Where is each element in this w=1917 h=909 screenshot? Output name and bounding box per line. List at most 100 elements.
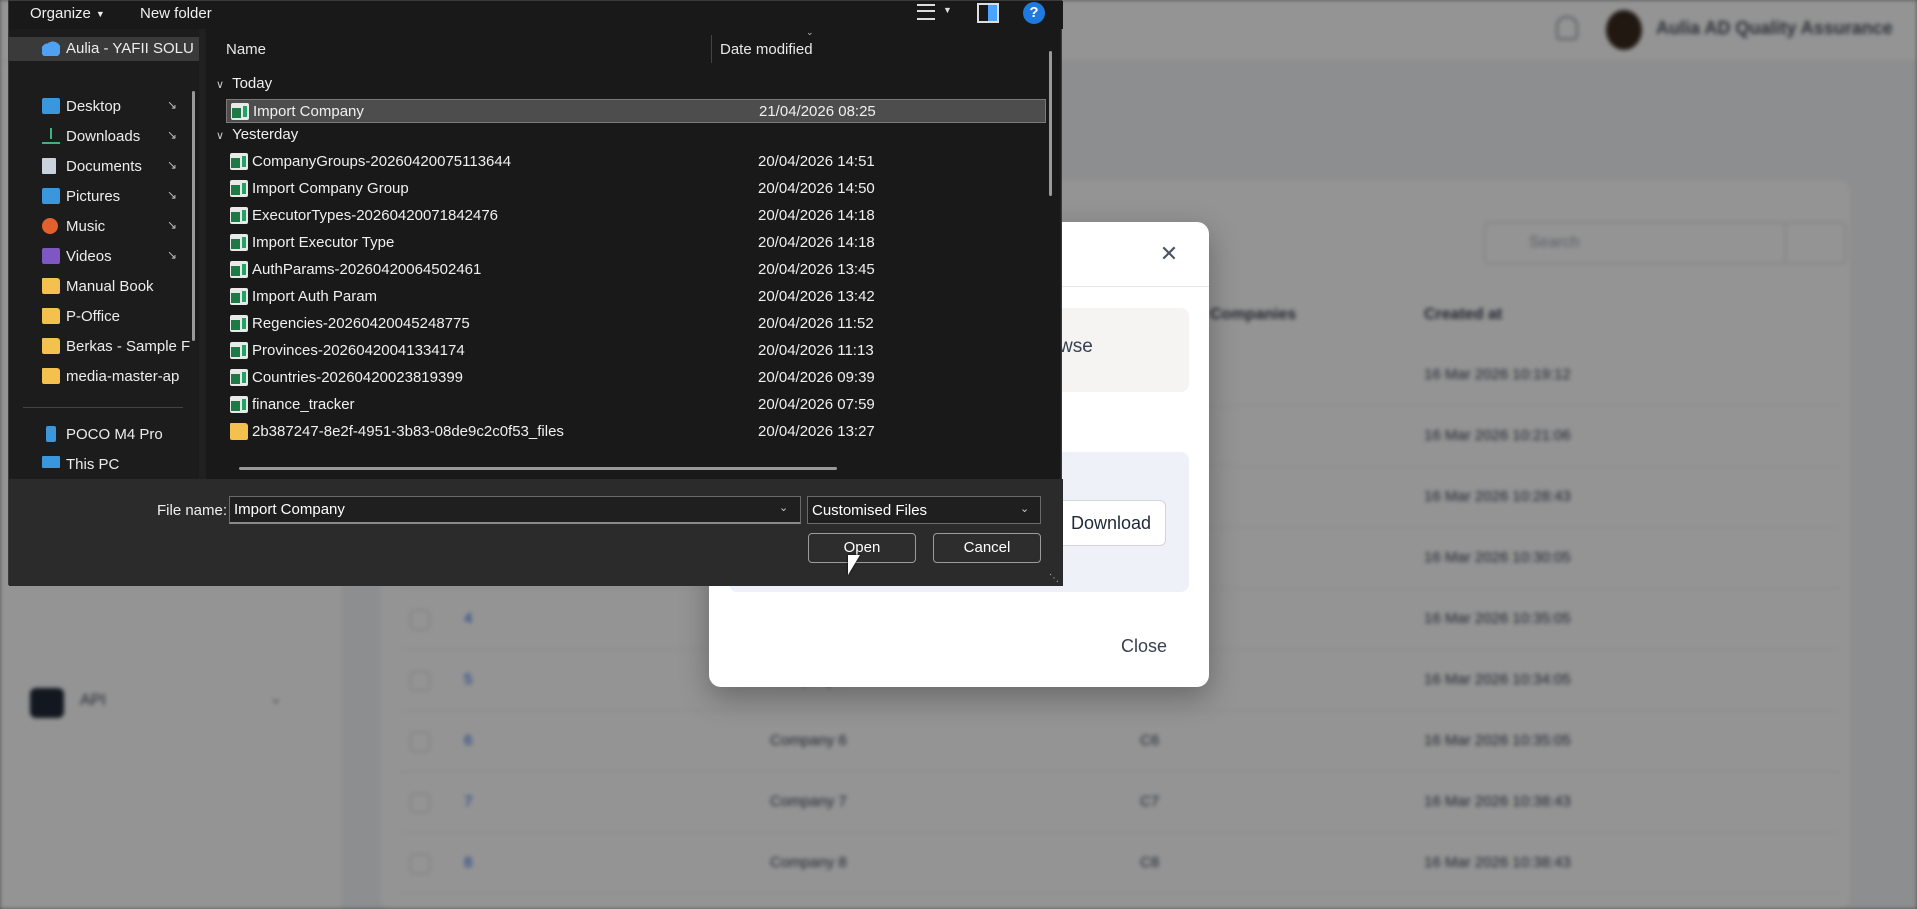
file-row[interactable]: Countries-20260420023819399 20/04/2026 09… — [226, 366, 1046, 390]
group-header[interactable]: ∨ Yesterday — [216, 126, 298, 143]
nav-item[interactable]: Manual Book — [9, 275, 199, 299]
file-date: 20/04/2026 07:59 — [758, 396, 875, 413]
download-template-button: Download — [1056, 500, 1166, 546]
phone-icon — [46, 426, 56, 442]
file-row[interactable]: 2b387247-8e2f-4951-3b83-08de9c2c0f53_fil… — [226, 420, 1046, 444]
nav-item[interactable]: Berkas - Sample F — [9, 335, 199, 359]
pc-icon — [42, 456, 60, 468]
file-name: Import Company Group — [252, 180, 409, 197]
group-header[interactable]: ∨ Today — [216, 75, 272, 92]
nav-item-label: Music — [66, 218, 106, 235]
nav-item[interactable]: Downloads ↘ — [9, 125, 199, 149]
file-row[interactable]: Import Company Group 20/04/2026 14:50 — [226, 177, 1046, 201]
dialog-footer: File name: ⌄ Customised Files ⌄ Open Can… — [9, 479, 1063, 586]
nav-item-label: Videos — [66, 248, 112, 265]
nav-item[interactable]: Desktop ↘ — [9, 95, 199, 119]
browse-label: wse — [1059, 336, 1093, 357]
organize-button[interactable]: Organize ▼ — [30, 3, 105, 25]
file-date: 20/04/2026 13:42 — [758, 288, 875, 305]
nav-item[interactable]: Pictures ↘ — [9, 185, 199, 209]
excel-file-icon — [230, 261, 248, 278]
file-list: Name Date modified ⌄ ∨ Today Import Compan… — [206, 27, 1060, 479]
folder-icon — [42, 278, 60, 294]
file-name-input[interactable] — [229, 496, 801, 524]
file-row[interactable]: finance_tracker 20/04/2026 07:59 — [226, 393, 1046, 417]
file-type-select[interactable]: Customised Files ⌄ — [807, 496, 1041, 524]
file-name: ExecutorTypes-20260420071842476 — [252, 207, 499, 224]
nav-item-label: Berkas - Sample F — [66, 338, 191, 355]
list-view-icon — [917, 4, 935, 20]
folder-icon — [42, 338, 60, 354]
file-row[interactable]: Regencies-20260420045248775 20/04/2026 11… — [226, 312, 1046, 336]
preview-pane-icon[interactable] — [977, 3, 999, 23]
nav-item[interactable]: This PC — [9, 453, 199, 477]
nav-separator — [23, 407, 183, 408]
pin-icon: ↘ — [167, 158, 178, 172]
download-icon — [42, 128, 60, 144]
organize-label: Organize — [30, 5, 91, 22]
column-header-name[interactable]: Name — [226, 41, 266, 58]
file-row[interactable]: Provinces-20260420041334174 20/04/2026 11… — [226, 339, 1046, 363]
file-date: 20/04/2026 14:18 — [758, 234, 875, 251]
pin-icon: ↘ — [167, 128, 178, 142]
file-name: AuthParams-20260420064502461 — [252, 261, 482, 278]
vertical-scrollbar[interactable] — [1049, 51, 1052, 196]
file-name: Import Auth Param — [252, 288, 378, 305]
excel-file-icon — [230, 234, 248, 251]
folder-icon — [42, 368, 60, 384]
nav-item-label: media-master-ap — [66, 368, 180, 385]
file-row[interactable]: AuthParams-20260420064502461 20/04/2026 1… — [226, 258, 1046, 282]
excel-file-icon — [230, 207, 248, 224]
column-header-date[interactable]: Date modified — [720, 41, 813, 58]
group-label: Today — [232, 75, 273, 92]
dialog-toolbar: Organize ▼ New folder ▼ ? — [9, 1, 1063, 29]
file-row[interactable]: ExecutorTypes-20260420071842476 20/04/202… — [226, 204, 1046, 228]
file-date: 20/04/2026 09:39 — [758, 369, 875, 386]
horizontal-scrollbar[interactable] — [239, 467, 837, 470]
nav-item[interactable]: POCO M4 Pro — [9, 423, 199, 447]
open-button[interactable]: Open — [808, 533, 916, 563]
file-row[interactable]: CompanyGroups-20260420075113644 20/04/202… — [226, 150, 1046, 174]
modal-close-button: Close — [1121, 636, 1168, 656]
nav-item[interactable]: Videos ↘ — [9, 245, 199, 269]
change-view-button[interactable]: ▼ — [909, 1, 959, 27]
chevron-down-icon[interactable]: ⌄ — [779, 501, 788, 514]
nav-item[interactable]: media-master-ap — [9, 365, 199, 389]
file-row[interactable]: Import Company 21/04/2026 08:25 — [226, 99, 1046, 123]
nav-item[interactable]: Documents ↘ — [9, 155, 199, 179]
close-icon: ✕ — [1159, 241, 1179, 266]
new-folder-button[interactable]: New folder — [140, 3, 212, 25]
file-date: 20/04/2026 14:51 — [758, 153, 875, 170]
file-name: CompanyGroups-20260420075113644 — [252, 153, 512, 170]
excel-file-icon — [230, 396, 248, 413]
caret-down-icon: ▼ — [95, 9, 105, 20]
file-name-label: File name: — [157, 502, 228, 519]
file-date: 21/04/2026 08:25 — [759, 103, 876, 120]
desktop-icon — [42, 98, 60, 114]
file-date: 20/04/2026 11:52 — [758, 315, 874, 332]
file-name: Regencies-20260420045248775 — [252, 315, 470, 332]
document-icon — [42, 158, 56, 174]
excel-file-icon — [230, 342, 248, 359]
file-date: 20/04/2026 11:13 — [758, 342, 874, 359]
file-date: 20/04/2026 14:50 — [758, 180, 875, 197]
nav-item-label: Documents — [66, 158, 142, 175]
nav-item-label: Manual Book — [66, 278, 154, 295]
file-open-dialog: Organize ▼ New folder ▼ ? Aulia - YAFII S… — [8, 0, 1063, 586]
excel-file-icon — [230, 180, 248, 197]
cancel-button[interactable]: Cancel — [933, 533, 1041, 563]
excel-file-icon — [230, 315, 248, 332]
file-type-value: Customised Files — [812, 502, 928, 519]
nav-item[interactable]: Music ↘ — [9, 215, 199, 239]
column-separator[interactable] — [711, 35, 712, 63]
help-button[interactable]: ? — [1023, 2, 1045, 24]
nav-item[interactable]: P-Office — [9, 305, 199, 329]
file-row[interactable]: Import Executor Type 20/04/2026 14:18 — [226, 231, 1046, 255]
nav-item-label: Aulia - YAFII SOLU — [66, 40, 194, 57]
nav-item[interactable]: Aulia - YAFII SOLU — [9, 37, 199, 61]
resize-grip-icon[interactable]: ⋱ — [1049, 573, 1059, 584]
nav-scrollbar[interactable] — [192, 91, 195, 341]
file-row[interactable]: Import Auth Param 20/04/2026 13:42 — [226, 285, 1046, 309]
file-date: 20/04/2026 14:18 — [758, 207, 875, 224]
cloud-icon — [42, 40, 60, 56]
